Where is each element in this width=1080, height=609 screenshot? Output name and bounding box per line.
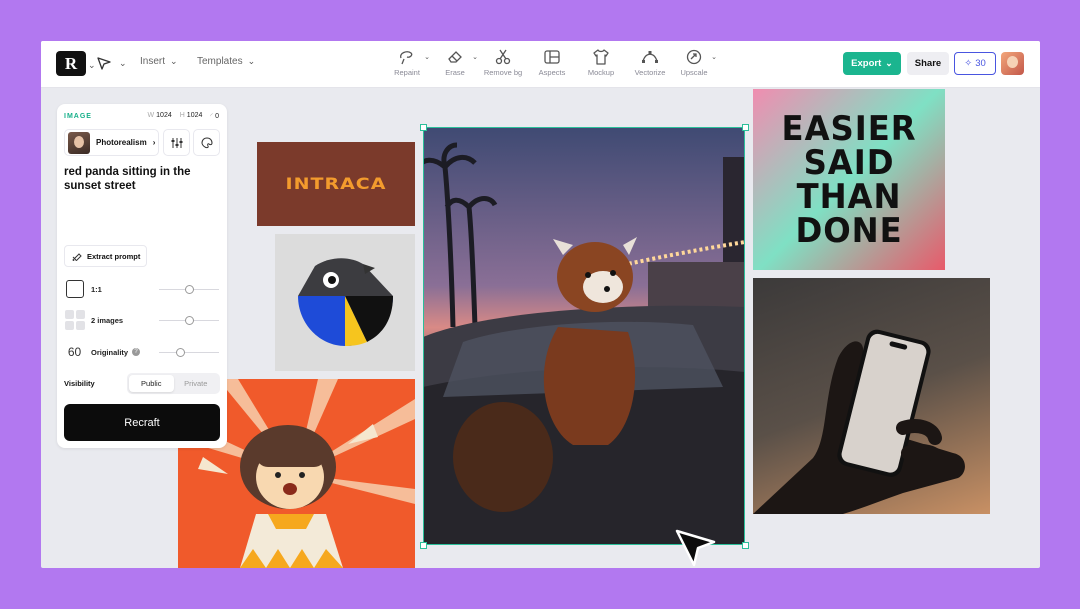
- extract-prompt-button[interactable]: Extract prompt: [64, 245, 147, 267]
- resize-handle-top-left[interactable]: [420, 124, 427, 131]
- poster-text: EASIER SAID THAN DONE: [781, 108, 917, 251]
- visibility-public[interactable]: Public: [129, 375, 174, 392]
- chevron-down-icon: ⌄: [885, 58, 893, 68]
- chevron-right-icon: ›: [152, 138, 156, 147]
- aspect-ratio-icon: [64, 279, 85, 300]
- rotation-field[interactable]: ◜ 0: [210, 112, 219, 120]
- images-label: 2 images: [91, 315, 124, 325]
- ratio-slider[interactable]: [159, 285, 219, 294]
- grid-icon: [64, 310, 85, 331]
- style-thumbnail: [68, 131, 90, 154]
- top-toolbar: R ⌄ ⌄ Insert ⌄ Templates ⌄ ⌄ Repaint ⌄ E…: [41, 41, 1040, 88]
- tool-repaint[interactable]: ⌄ Repaint: [382, 49, 432, 77]
- tool-mockup[interactable]: Mockup: [576, 49, 626, 77]
- slider-knob[interactable]: [176, 348, 185, 357]
- recraft-button[interactable]: Recraft: [64, 404, 220, 441]
- resize-handle-bottom-left[interactable]: [420, 542, 427, 549]
- tool-label: Repaint: [394, 68, 420, 77]
- tool-label: Vectorize: [634, 68, 666, 77]
- app-window: R ⌄ ⌄ Insert ⌄ Templates ⌄ ⌄ Repaint ⌄ E…: [41, 41, 1040, 568]
- image-settings-panel: IMAGE W 1024 H 1024 ◜ 0 Photorealism › red …: [57, 104, 227, 448]
- bird-illustration: [298, 258, 393, 346]
- repaint-icon: [400, 51, 413, 65]
- select-tool-button[interactable]: [97, 56, 111, 75]
- tool-aspects[interactable]: Aspects: [527, 49, 577, 77]
- chevron-down-icon[interactable]: ⌄: [88, 60, 96, 71]
- tshirt-icon: [593, 49, 609, 65]
- app-logo[interactable]: R: [56, 51, 86, 76]
- templates-menu[interactable]: Templates ⌄: [197, 56, 255, 67]
- chevron-down-icon: ⌄: [170, 56, 178, 66]
- ratio-label: 1:1: [91, 284, 102, 294]
- sliders-icon: [171, 137, 182, 148]
- insert-label: Insert: [140, 56, 166, 67]
- scissors-icon: [495, 49, 511, 65]
- canvas-image-phone[interactable]: [753, 278, 990, 514]
- rotate-icon: ◜: [210, 113, 214, 120]
- templates-label: Templates: [197, 56, 243, 67]
- extract-icon: [72, 253, 82, 261]
- sparkle-icon: ✧: [964, 58, 973, 69]
- originality-row: 60 Originality ?: [64, 341, 219, 363]
- height-field[interactable]: H 1024: [180, 112, 203, 120]
- prompt-text[interactable]: red panda sitting in the sunset street: [64, 165, 214, 193]
- resize-handle-top-right[interactable]: [742, 124, 749, 131]
- panel-title: IMAGE: [64, 112, 92, 120]
- cursor-icon: [675, 529, 716, 567]
- insert-menu[interactable]: Insert ⌄: [140, 56, 178, 67]
- visibility-label: Visibility: [64, 379, 95, 388]
- canvas-image-bird[interactable]: [275, 234, 415, 371]
- originality-slider[interactable]: [159, 348, 219, 357]
- slider-knob[interactable]: [185, 316, 194, 325]
- visibility-toggle: Public Private: [127, 373, 220, 394]
- adjust-settings-button[interactable]: [163, 129, 190, 156]
- share-button[interactable]: Share: [907, 52, 949, 75]
- eraser-icon: [448, 51, 462, 63]
- color-palette-button[interactable]: [193, 129, 220, 156]
- selection-frame[interactable]: [423, 127, 745, 545]
- tool-label: Erase: [445, 68, 465, 77]
- cursor-icon: [97, 57, 111, 70]
- originality-icon: 60: [67, 345, 82, 359]
- tool-label: Aspects: [538, 68, 566, 77]
- chevron-down-icon[interactable]: ⌄: [119, 58, 127, 69]
- export-button[interactable]: Export ⌄: [843, 52, 901, 75]
- tool-erase[interactable]: ⌄ Erase: [430, 49, 480, 77]
- upscale-icon: [686, 49, 702, 65]
- logo-wordmark: INTRACA: [285, 174, 387, 194]
- slider-knob[interactable]: [185, 285, 194, 294]
- tool-vectorize[interactable]: Vectorize: [625, 49, 675, 77]
- aspect-ratio-row: 1:1: [64, 278, 219, 300]
- style-selector[interactable]: Photorealism ›: [64, 129, 159, 156]
- credits-button[interactable]: ✧ 30: [954, 52, 996, 75]
- visibility-row: Visibility Public Private: [64, 373, 220, 394]
- tool-label: Mockup: [587, 68, 615, 77]
- aspects-icon: [544, 50, 560, 64]
- tool-label: Remove bg: [483, 68, 523, 77]
- tool-remove-bg[interactable]: Remove bg: [478, 49, 528, 77]
- avatar[interactable]: [1001, 52, 1024, 75]
- phone-photo: [753, 329, 965, 514]
- tool-label: Upscale: [680, 68, 708, 77]
- canvas-image-logo[interactable]: INTRACA: [257, 142, 415, 226]
- originality-label: Originality: [91, 347, 129, 357]
- chevron-down-icon: ⌄: [247, 56, 256, 66]
- canvas-image-poster[interactable]: EASIER SAID THAN DONE: [753, 89, 945, 270]
- style-label: Photorealism: [96, 138, 147, 147]
- width-field[interactable]: W 1024: [148, 112, 172, 120]
- resize-handle-bottom-right[interactable]: [742, 542, 749, 549]
- export-label: Export: [851, 58, 882, 69]
- vectorize-icon: [642, 51, 658, 63]
- panel-header: IMAGE W 1024 H 1024 ◜ 0: [64, 112, 219, 120]
- visibility-private[interactable]: Private: [174, 375, 219, 392]
- images-slider[interactable]: [159, 316, 219, 325]
- help-icon[interactable]: ?: [132, 348, 141, 356]
- credits-count: 30: [975, 58, 986, 69]
- palette-icon: [200, 136, 213, 148]
- images-count-row: 2 images: [64, 309, 219, 331]
- tool-upscale[interactable]: ⌄ Upscale: [669, 49, 719, 77]
